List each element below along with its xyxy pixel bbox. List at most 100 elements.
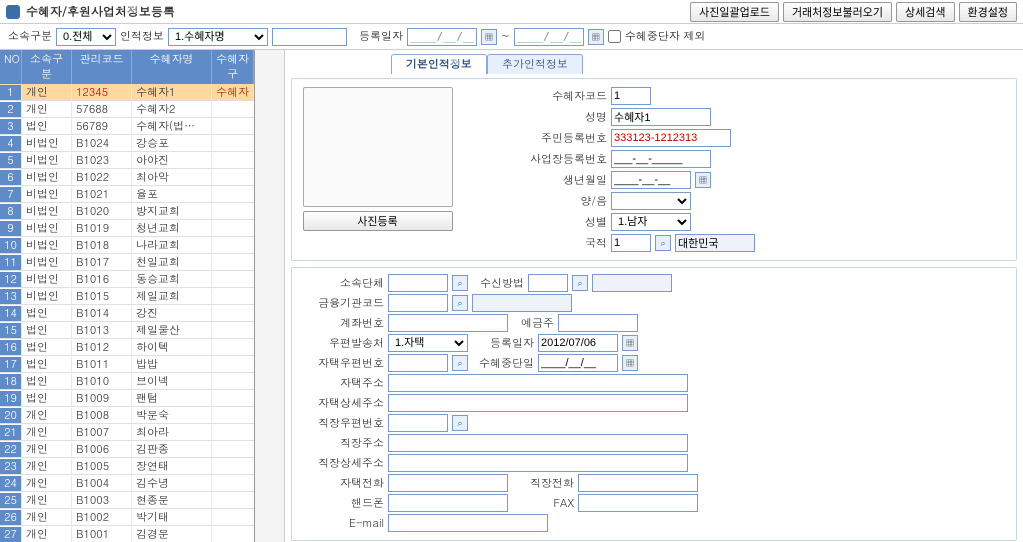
col-name: 수혜자명 <box>132 50 212 84</box>
table-row[interactable]: 18법인B1010브이넥 <box>0 373 254 390</box>
table-row[interactable]: 5비법인B1023아야진 <box>0 152 254 169</box>
htel-label: 자택전화 <box>300 476 384 491</box>
bank-input[interactable] <box>388 294 448 312</box>
injuk-select[interactable]: 1.수혜자명 <box>168 28 268 46</box>
waddr2-input[interactable] <box>388 454 688 472</box>
search-input[interactable] <box>272 28 347 46</box>
code-input[interactable] <box>611 87 651 105</box>
form-pane: 기본인적정보 추가인적정보 사진등록 수혜자코드 성명 주민등록번호 사업장등록… <box>285 50 1023 542</box>
sex-label: 성별 <box>527 215 607 230</box>
calendar-icon[interactable]: ▦ <box>622 335 638 351</box>
table-row[interactable]: 4비법인B1024강승포 <box>0 135 254 152</box>
cal-label: 양/음 <box>527 194 607 209</box>
stopdate-label: 수혜중단일 <box>474 356 534 371</box>
htel-input[interactable] <box>388 474 508 492</box>
table-row[interactable]: 10비법인B1018나라교회 <box>0 237 254 254</box>
ssn-input[interactable] <box>611 129 731 147</box>
table-row[interactable]: 19법인B1009팬텀 <box>0 390 254 407</box>
col-gu: 수혜자구 <box>212 50 254 84</box>
table-row[interactable]: 21개인B1007최아라 <box>0 424 254 441</box>
splitter[interactable] <box>255 50 285 542</box>
table-row[interactable]: 2개인57688수혜자2 <box>0 101 254 118</box>
hzip-input[interactable] <box>388 354 448 372</box>
date-from-input[interactable] <box>407 28 477 46</box>
mail-select[interactable]: 1.자택 <box>388 334 468 352</box>
wtel-label: 직장전화 <box>514 476 574 491</box>
name-label: 성명 <box>527 110 607 125</box>
page-title: 수혜자/후원사업처정보등록 <box>26 3 175 20</box>
lookup-icon[interactable]: ⌕ <box>452 275 468 291</box>
waddr2-label: 직장상세주소 <box>300 456 384 471</box>
col-code: 관리코드 <box>72 50 132 84</box>
settings-button[interactable]: 환경설정 <box>959 2 1017 22</box>
photo-register-button[interactable]: 사진등록 <box>303 211 453 231</box>
sok-select[interactable]: 0.전체 <box>56 28 116 46</box>
acct-input[interactable] <box>388 314 508 332</box>
table-row[interactable]: 14법인B1014강진 <box>0 305 254 322</box>
birth-input[interactable] <box>611 171 691 189</box>
fax-input[interactable] <box>578 494 698 512</box>
table-row[interactable]: 27개인B1001김경문 <box>0 526 254 542</box>
detail-search-button[interactable]: 상세검색 <box>896 2 954 22</box>
date-to-input[interactable] <box>514 28 584 46</box>
waddr-input[interactable] <box>388 434 688 452</box>
tab-basic-info[interactable]: 기본인적정보 <box>391 54 487 74</box>
tab-extra-info[interactable]: 추가인적정보 <box>487 54 583 74</box>
table-row[interactable]: 7비법인B1021율포 <box>0 186 254 203</box>
table-row[interactable]: 8비법인B1020방지교회 <box>0 203 254 220</box>
table-row[interactable]: 16법인B1012하이텍 <box>0 339 254 356</box>
lookup-icon[interactable]: ⌕ <box>572 275 588 291</box>
lookup-icon[interactable]: ⌕ <box>452 415 468 431</box>
table-row[interactable]: 9비법인B1019청년교회 <box>0 220 254 237</box>
table-row[interactable]: 6비법인B1022최아악 <box>0 169 254 186</box>
calendar-icon[interactable]: ▦ <box>588 29 604 45</box>
form-bottom: 소속단체⌕ 수신방법⌕ 금융기관코드⌕ 계좌번호 예금주 우편발송처1.자택 등… <box>291 267 1017 541</box>
calendar-icon[interactable]: ▦ <box>481 29 497 45</box>
table-row[interactable]: 17법인B1011밥밥 <box>0 356 254 373</box>
tilde: ~ <box>501 29 510 44</box>
name-input[interactable] <box>611 108 711 126</box>
photo-bulk-upload-button[interactable]: 사진일괄업로드 <box>690 2 779 22</box>
table-row[interactable]: 13비법인B1015제일교회 <box>0 288 254 305</box>
calendar-icon[interactable]: ▦ <box>695 172 711 188</box>
haddr-input[interactable] <box>388 374 688 392</box>
recv-input[interactable] <box>528 274 568 292</box>
stopdate-input[interactable] <box>538 354 618 372</box>
biz-input[interactable] <box>611 150 711 168</box>
table-row[interactable]: 25개인B1003현종문 <box>0 492 254 509</box>
table-row[interactable]: 3법인56789수혜자(법… <box>0 118 254 135</box>
table-row[interactable]: 15법인B1013제일물산 <box>0 322 254 339</box>
grid-body[interactable]: 1개인12345수혜자1수혜자2개인57688수혜자23법인56789수혜자(법… <box>0 84 254 542</box>
table-row[interactable]: 12비법인B1016동승교회 <box>0 271 254 288</box>
load-vendor-info-button[interactable]: 거래처정보불러오기 <box>783 2 892 22</box>
table-row[interactable]: 11비법인B1017천일교회 <box>0 254 254 271</box>
table-row[interactable]: 22개인B1006김판종 <box>0 441 254 458</box>
haddr2-input[interactable] <box>388 394 688 412</box>
table-row[interactable]: 23개인B1005장연태 <box>0 458 254 475</box>
nat-label: 국적 <box>527 236 607 251</box>
lookup-icon[interactable]: ⌕ <box>655 235 671 251</box>
lookup-icon[interactable]: ⌕ <box>452 355 468 371</box>
table-row[interactable]: 24개인B1004김수녕 <box>0 475 254 492</box>
wzip-input[interactable] <box>388 414 448 432</box>
calendar-icon[interactable]: ▦ <box>622 355 638 371</box>
waddr-label: 직장주소 <box>300 436 384 451</box>
nat-code-input[interactable] <box>611 234 651 252</box>
table-row[interactable]: 20개인B1008박문숙 <box>0 407 254 424</box>
sex-select[interactable]: 1.남자 <box>611 213 691 231</box>
lookup-icon[interactable]: ⌕ <box>452 295 468 311</box>
mobile-input[interactable] <box>388 494 508 512</box>
wtel-input[interactable] <box>578 474 698 492</box>
table-row[interactable]: 1개인12345수혜자1수혜자 <box>0 84 254 101</box>
cal-select[interactable] <box>611 192 691 210</box>
table-row[interactable]: 26개인B1002박기태 <box>0 509 254 526</box>
grid-pane: NO 소속구분 관리코드 수혜자명 수혜자구 1개인12345수혜자1수혜자2개… <box>0 50 255 542</box>
holder-label: 예금주 <box>514 316 554 331</box>
recv-display <box>592 274 672 292</box>
regdate2-input[interactable] <box>538 334 618 352</box>
org-input[interactable] <box>388 274 448 292</box>
bank-label: 금융기관코드 <box>300 296 384 311</box>
holder-input[interactable] <box>558 314 638 332</box>
exclude-stopped-checkbox[interactable] <box>608 30 621 43</box>
email-input[interactable] <box>388 514 548 532</box>
